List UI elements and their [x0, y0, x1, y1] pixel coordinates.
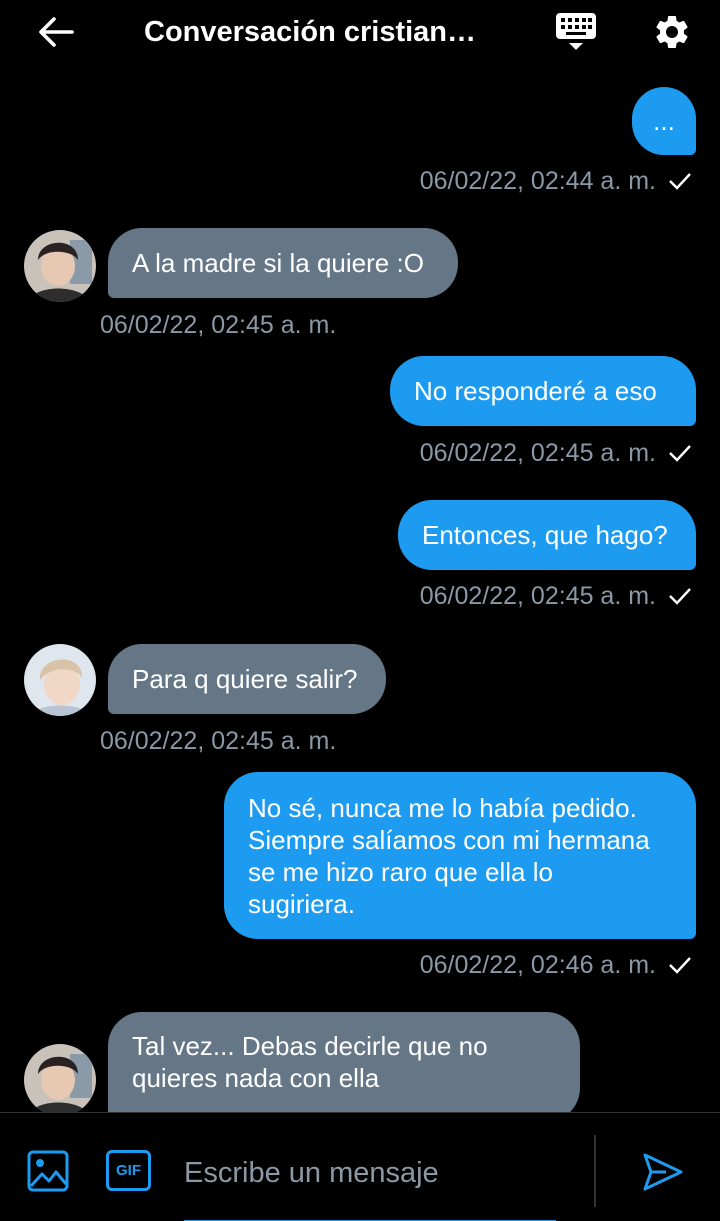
conversation-title: Conversación cristian… — [144, 16, 476, 48]
message-composer: GIF — [0, 1112, 720, 1221]
arrow-left-icon — [39, 17, 74, 47]
timestamp-text: 06/02/22, 02:45 a. m. — [100, 311, 337, 339]
message-timestamp: 06/02/22, 02:45 a. m. — [100, 309, 336, 341]
message-line: sugiriera. — [248, 889, 355, 919]
contact-avatar[interactable] — [24, 230, 96, 302]
read-check-icon — [668, 955, 692, 975]
sent-message-bubble[interactable]: No sé, nunca me lo había pedido. Siempre… — [224, 772, 696, 939]
read-check-icon — [668, 443, 692, 463]
message-line: se me hizo raro que ella lo — [248, 857, 553, 887]
message-list[interactable]: ... 06/02/22, 02:44 a. m. A la madre si … — [0, 64, 720, 1112]
message-text: A la madre si la quiere :O — [132, 248, 424, 278]
message-timestamp: 06/02/22, 02:45 a. m. — [420, 437, 692, 469]
received-message-bubble[interactable]: Para q quiere salir? — [108, 644, 386, 714]
received-message-bubble[interactable]: Tal vez... Debas decirle que no quieres … — [108, 1012, 580, 1112]
composer-divider — [594, 1135, 596, 1207]
contact-avatar[interactable] — [24, 1044, 96, 1112]
message-line: Tal vez... Debas decirle que no — [132, 1031, 488, 1061]
conversation-header: Conversación cristian… — [0, 0, 720, 64]
keyboard-icon — [556, 13, 596, 50]
image-icon — [27, 1150, 69, 1192]
sent-message-bubble[interactable]: No responderé a eso — [390, 356, 696, 426]
message-text: Para q quiere salir? — [132, 664, 358, 694]
add-gif-button[interactable]: GIF — [106, 1150, 151, 1191]
received-message-bubble[interactable]: A la madre si la quiere :O — [108, 228, 458, 298]
message-text: Entonces, que hago? — [422, 520, 668, 550]
add-media-button[interactable] — [26, 1149, 70, 1193]
timestamp-text: 06/02/22, 02:45 a. m. — [100, 727, 337, 755]
message-input-wrapper — [184, 1147, 556, 1221]
send-button[interactable] — [640, 1149, 686, 1195]
back-button[interactable] — [28, 10, 84, 54]
sent-message-bubble[interactable]: Entonces, que hago? — [398, 500, 696, 570]
read-check-icon — [668, 586, 692, 606]
message-timestamp: 06/02/22, 02:45 a. m. — [100, 725, 336, 757]
read-check-icon — [668, 171, 692, 191]
message-text: ... — [653, 106, 675, 136]
message-timestamp: 06/02/22, 02:46 a. m. — [420, 949, 692, 981]
gif-label: GIF — [116, 1162, 141, 1179]
gear-icon — [656, 15, 688, 48]
timestamp-text: 06/02/22, 02:46 a. m. — [419, 951, 656, 979]
sent-message-bubble[interactable]: ... — [632, 87, 696, 155]
timestamp-text: 06/02/22, 02:45 a. m. — [419, 582, 656, 610]
message-text: No responderé a eso — [414, 376, 657, 406]
keyboard-toggle-button[interactable] — [550, 8, 602, 56]
message-line: quieres nada con ella — [132, 1063, 380, 1093]
message-input[interactable] — [184, 1147, 556, 1199]
timestamp-text: 06/02/22, 02:44 a. m. — [419, 167, 656, 195]
timestamp-text: 06/02/22, 02:45 a. m. — [419, 439, 656, 467]
settings-button[interactable] — [646, 6, 698, 58]
message-timestamp: 06/02/22, 02:44 a. m. — [420, 165, 692, 197]
message-timestamp: 06/02/22, 02:45 a. m. — [420, 580, 692, 612]
message-line: No sé, nunca me lo había pedido. — [248, 793, 637, 823]
message-line: Siempre salíamos con mi hermana — [248, 825, 650, 855]
send-icon — [643, 1153, 683, 1191]
contact-avatar[interactable] — [24, 644, 96, 716]
